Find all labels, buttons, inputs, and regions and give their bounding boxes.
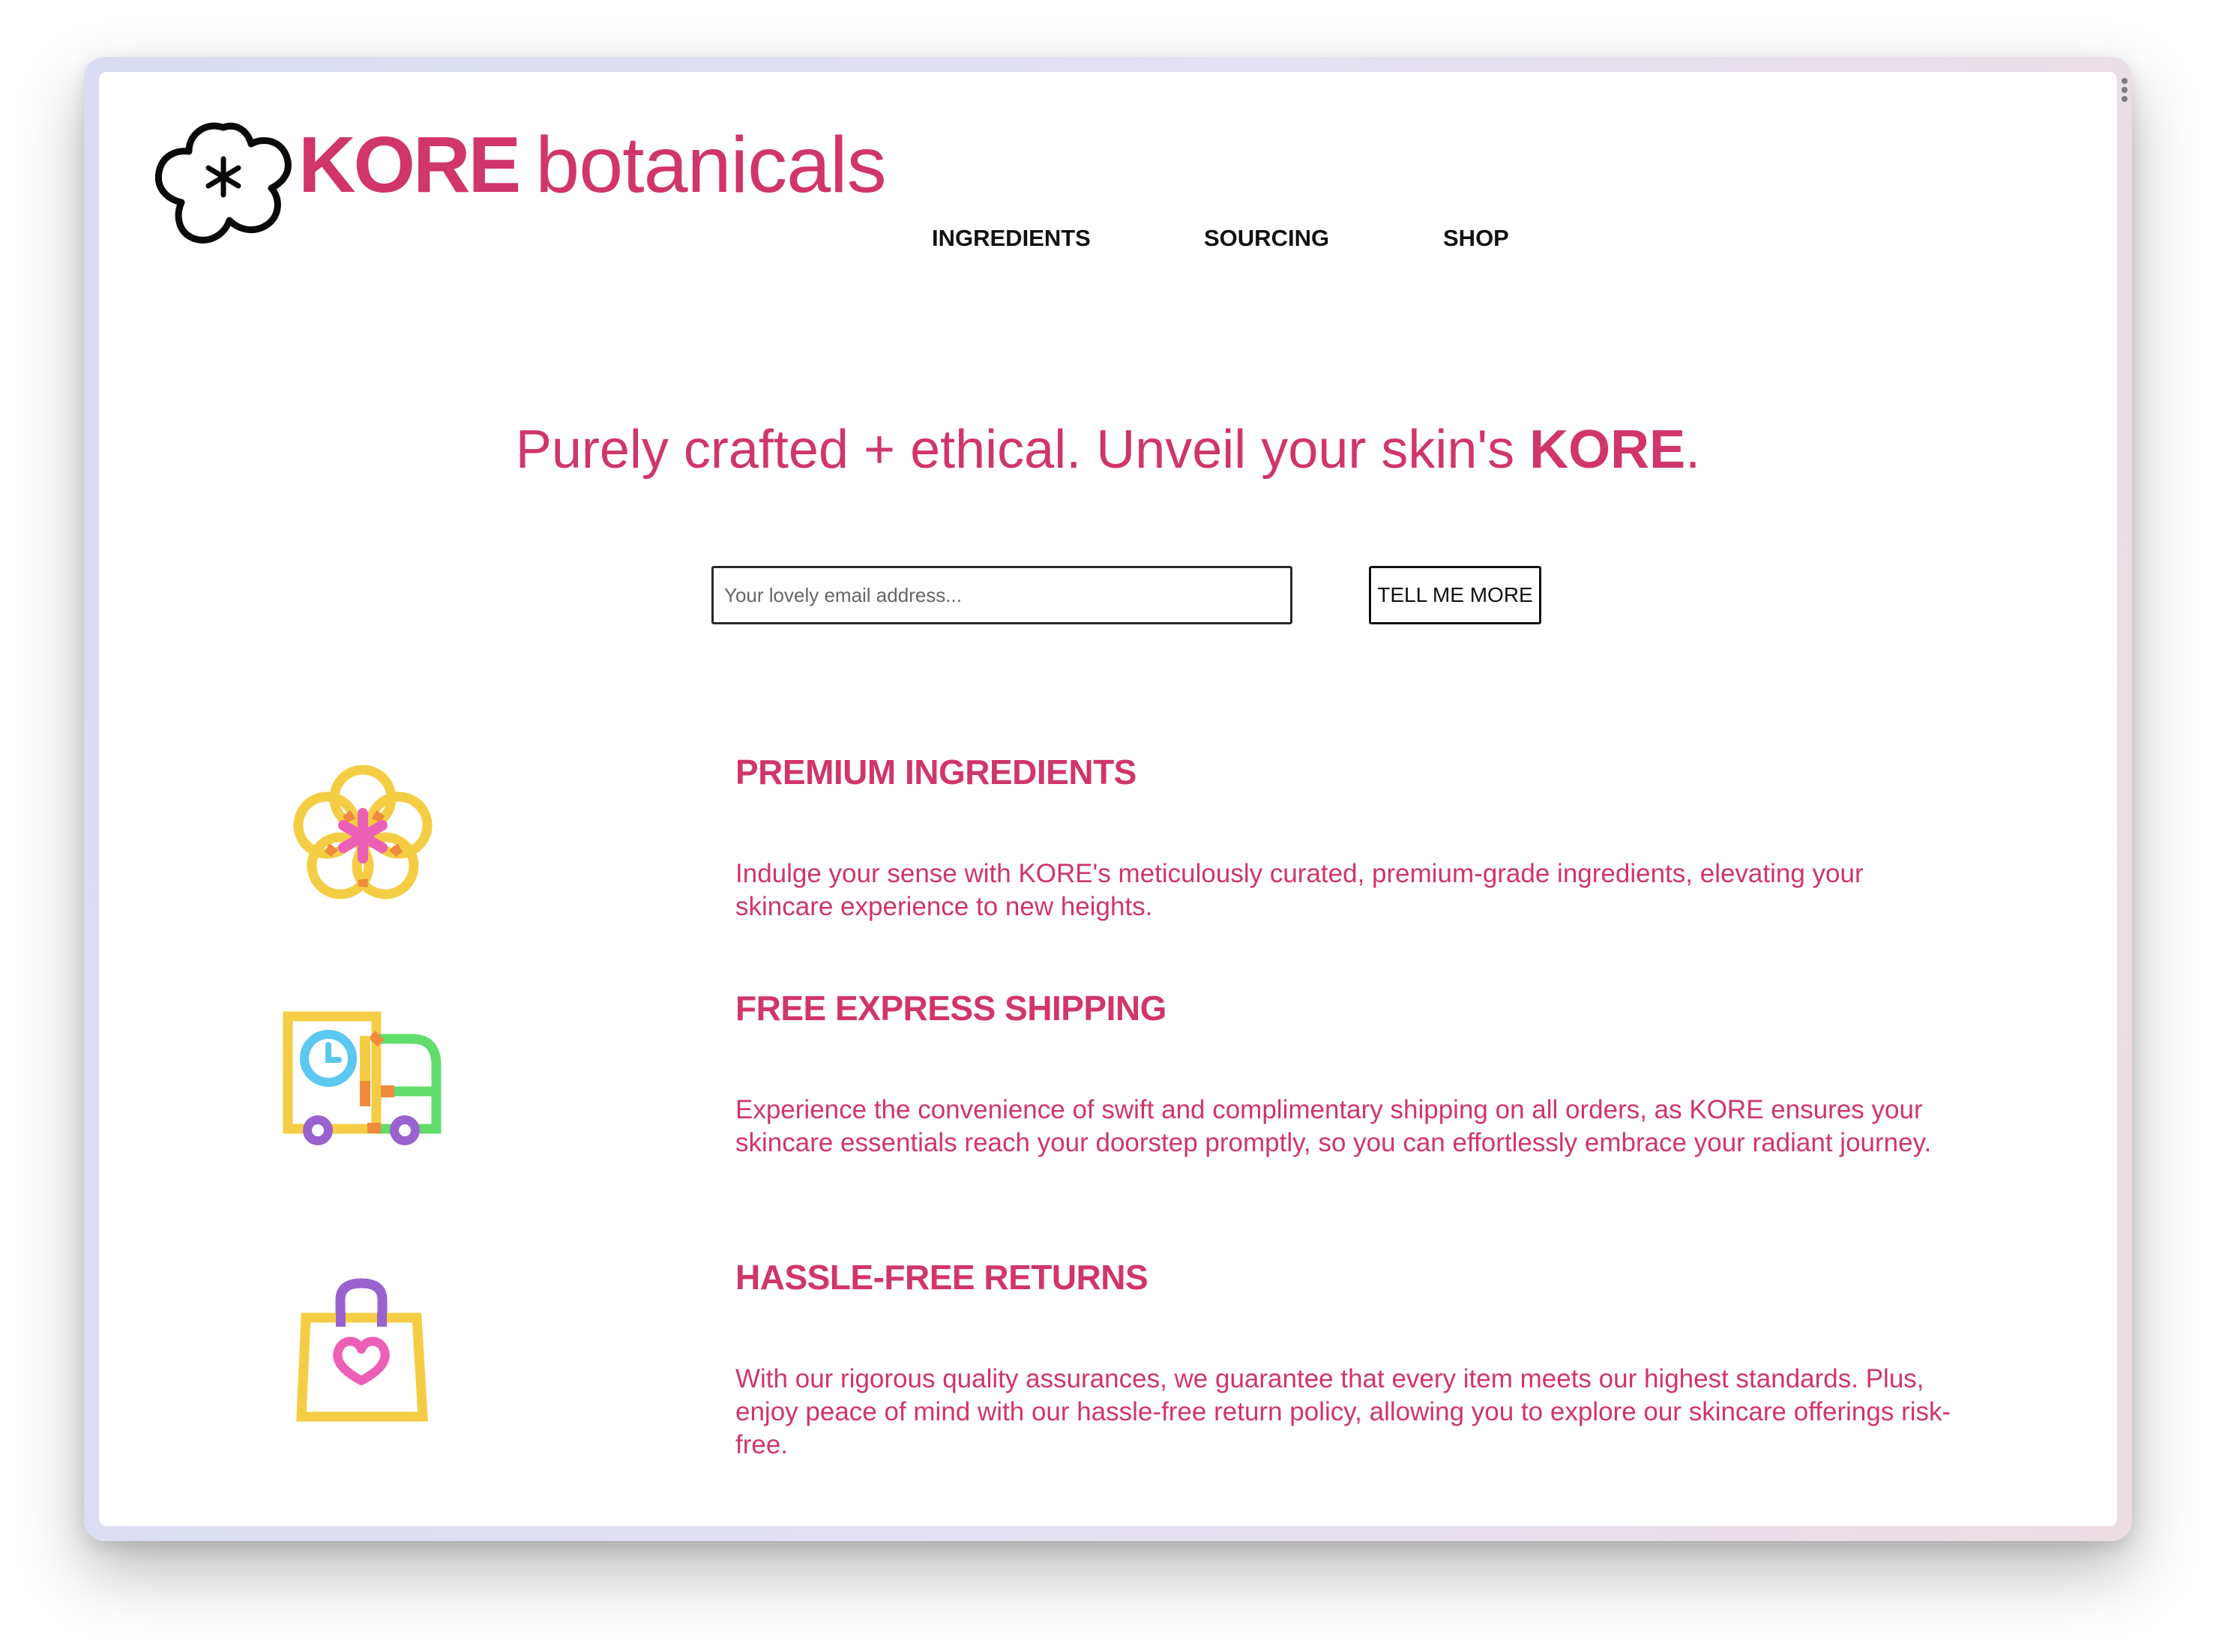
shopping-bag-heart-icon <box>296 1278 428 1422</box>
hero-headline-prefix: Purely crafted + ethical. Unveil your sk… <box>515 420 1530 480</box>
feature-title-premium-ingredients: PREMIUM INGREDIENTS <box>735 753 1136 792</box>
brand-name-bold: KORE <box>298 121 521 209</box>
feature-title-free-express-shipping: FREE EXPRESS SHIPPING <box>735 989 1166 1028</box>
tell-me-more-button[interactable]: TELL ME MORE <box>1369 566 1541 624</box>
feature-body-premium-ingredients: Indulge your sense with KORE's meticulou… <box>735 859 1864 921</box>
hero-headline: Purely crafted + ethical. Unveil your sk… <box>99 412 2117 487</box>
hero-headline-suffix: . <box>1685 420 1701 480</box>
feature-title-hassle-free-returns: HASSLE-FREE RETURNS <box>735 1258 1148 1297</box>
hero-headline-emphasis: KORE <box>1529 420 1686 480</box>
nav-link-sourcing[interactable]: SOURCING <box>1204 223 1329 253</box>
brand-name-light: botanicals <box>535 121 886 209</box>
brand-wordmark[interactable]: KORE botanicals <box>298 120 887 210</box>
delivery-truck-icon <box>283 1011 442 1145</box>
flower-icon <box>293 765 433 899</box>
feature-body-free-express-shipping: Experience the convenience of swift and … <box>735 1095 1932 1157</box>
flower-asterisk-icon[interactable] <box>148 97 298 247</box>
nav-link-shop[interactable]: SHOP <box>1443 223 1509 253</box>
desktop-backdrop: KORE botanicals INGREDIENTS SOURCING SHOP… <box>0 0 2216 1652</box>
window-resize-handle[interactable] <box>2120 78 2129 105</box>
feature-body-hassle-free-returns: With our rigorous quality assurances, we… <box>735 1364 1951 1459</box>
nav-link-ingredients[interactable]: INGREDIENTS <box>932 223 1091 253</box>
email-input[interactable] <box>711 566 1292 624</box>
